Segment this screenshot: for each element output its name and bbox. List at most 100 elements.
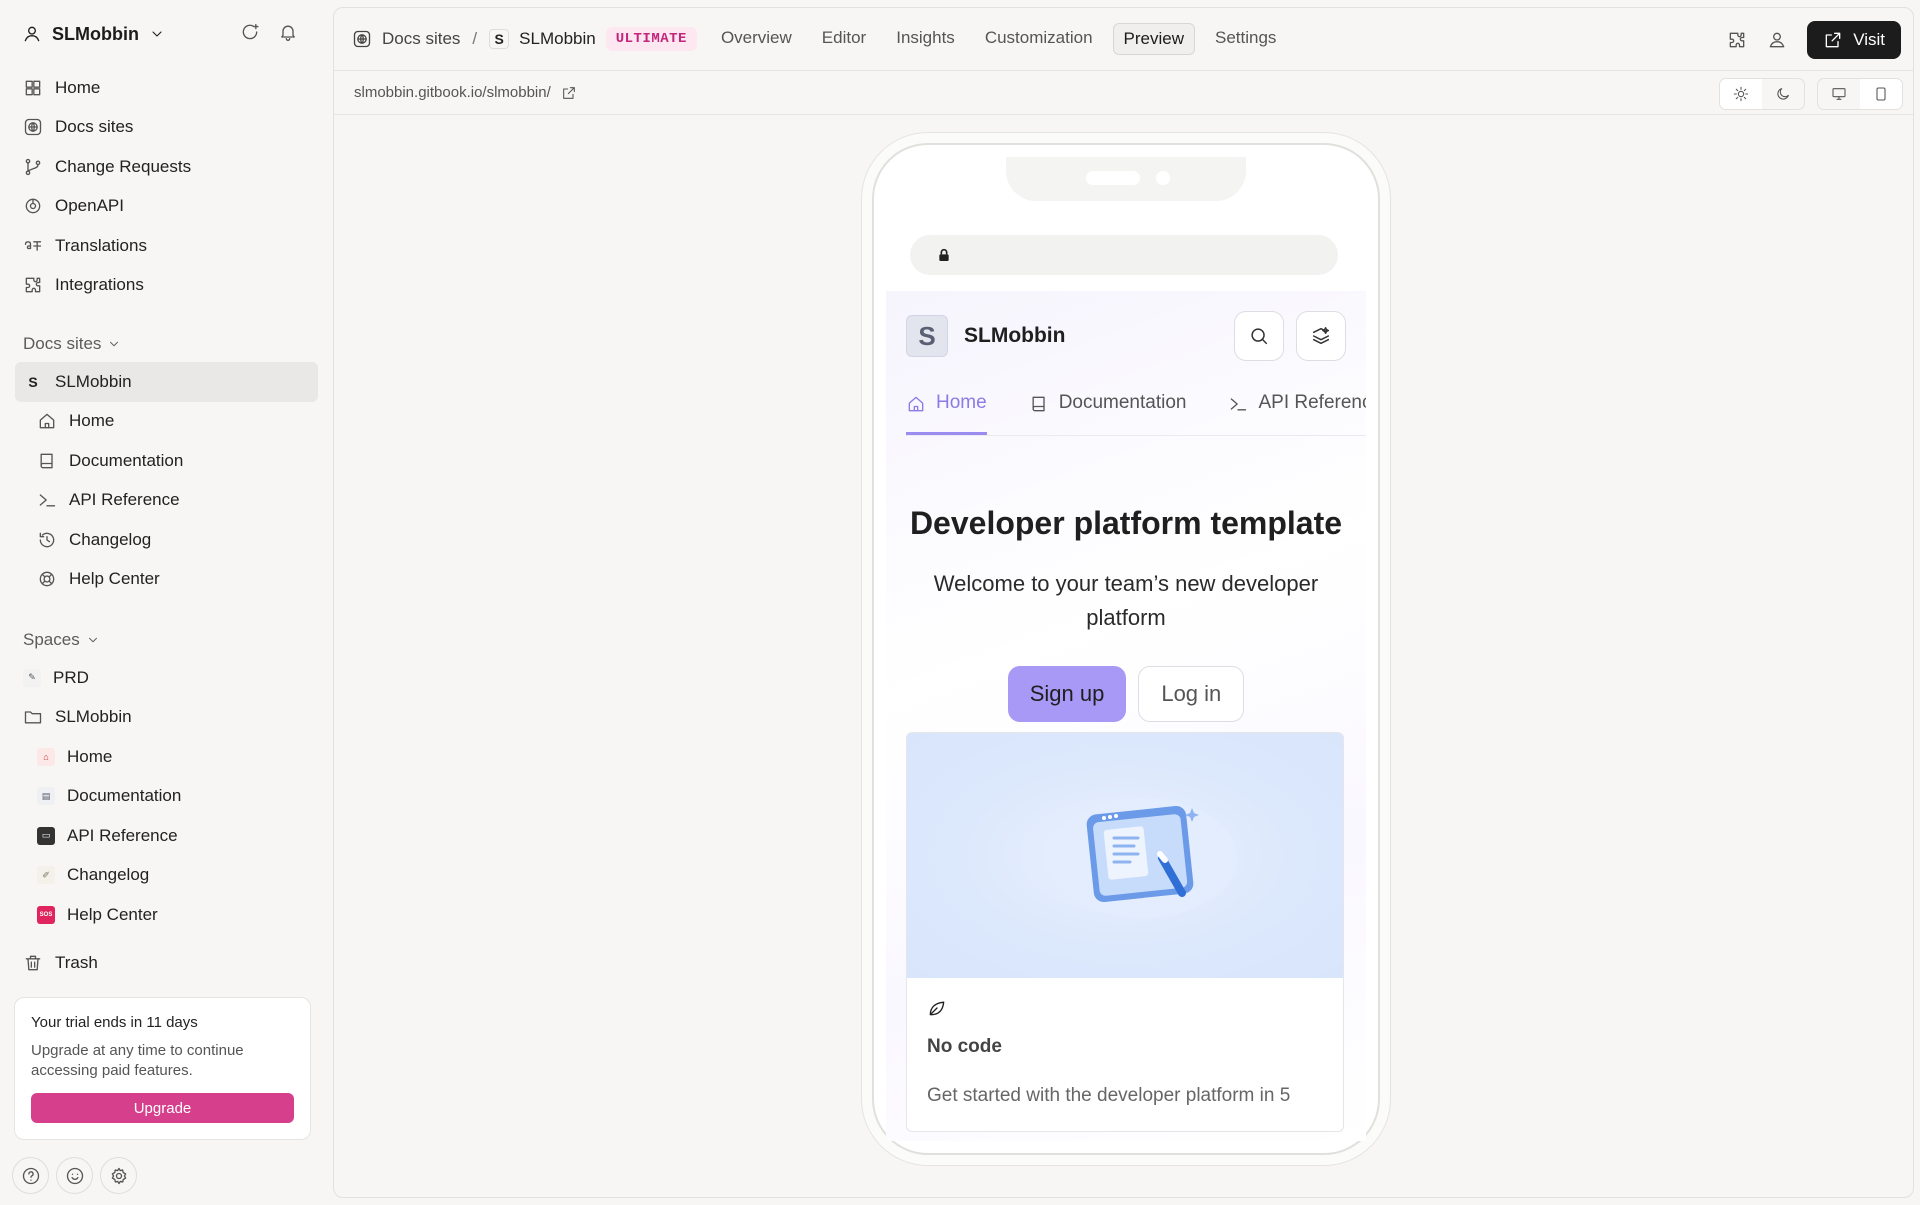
external-link-icon: [1825, 32, 1841, 48]
site-tab-api-reference[interactable]: API Reference: [1228, 386, 1366, 435]
sidebar-item-label: Changelog: [67, 865, 150, 885]
site-tab-home[interactable]: Home: [906, 386, 987, 435]
book-emoji-icon: ▤: [37, 787, 55, 806]
browser-address-bar: [910, 235, 1338, 275]
breadcrumb-docs-sites[interactable]: Docs sites: [382, 29, 460, 49]
site-tab-documentation[interactable]: Documentation: [1029, 386, 1186, 435]
chevron-down-icon: [152, 31, 162, 37]
hero-subtitle: Welcome to your team’s new developer pla…: [933, 571, 1319, 630]
sidebar-item-site-documentation[interactable]: Documentation: [15, 441, 318, 481]
globe-icon: [24, 119, 42, 136]
mobile-view-button[interactable]: [1860, 79, 1902, 109]
trash-icon: [25, 955, 41, 971]
puzzle-icon[interactable]: [1727, 30, 1747, 50]
feedback-button[interactable]: [56, 1157, 93, 1194]
site-ai-button[interactable]: [1296, 311, 1346, 361]
docs-sites-section-header[interactable]: Docs sites: [23, 332, 121, 356]
section-label: Spaces: [23, 630, 80, 649]
site-initial-icon: S: [28, 373, 38, 390]
sidebar-item-space-help-center[interactable]: SOS Help Center: [15, 895, 318, 935]
leaf-icon: [929, 1001, 945, 1016]
breadcrumb: Docs sites / S SLMobbin ULTIMATE: [352, 27, 697, 51]
site-tab-label: API Reference: [1258, 392, 1366, 413]
sidebar-item-label: Home: [69, 411, 115, 431]
sidebar-item-openapi[interactable]: OpenAPI: [15, 187, 318, 227]
computer-emoji-icon: ▭: [37, 826, 55, 845]
tab-preview[interactable]: Preview: [1112, 23, 1195, 55]
breadcrumb-separator: /: [472, 29, 478, 48]
memo-emoji-icon: ✐: [37, 866, 55, 885]
chevron-down-icon: [110, 341, 119, 347]
sidebar-item-docs-site-slmobbin[interactable]: S SLMobbin: [15, 362, 318, 402]
main-panel: Docs sites / S SLMobbin ULTIMATE Overvie…: [333, 7, 1914, 1198]
sidebar-item-integrations[interactable]: Integrations: [15, 266, 318, 306]
sidebar-item-translations[interactable]: Translations: [15, 226, 318, 266]
upgrade-button[interactable]: Upgrade: [31, 1093, 294, 1123]
section-label: Docs sites: [23, 334, 102, 353]
lock-icon: [939, 248, 949, 261]
sidebar-item-label: Translations: [55, 235, 147, 255]
bell-icon[interactable]: [278, 22, 298, 42]
sidebar-item-docs-sites[interactable]: Docs sites: [15, 108, 318, 148]
workspace-switcher[interactable]: SLMobbin: [22, 20, 165, 48]
site-name: SLMobbin: [964, 324, 1066, 347]
sidebar-item-space-documentation[interactable]: ▤ Documentation: [15, 777, 318, 817]
tab-settings[interactable]: Settings: [1205, 23, 1286, 55]
sidebar-item-space-slmobbin[interactable]: SLMobbin: [15, 698, 318, 738]
tab-editor[interactable]: Editor: [812, 23, 876, 55]
visit-button[interactable]: Visit: [1807, 21, 1901, 59]
phone-notch: [1006, 157, 1246, 201]
site-tabs: Overview Editor Insights Customization P…: [711, 23, 1287, 55]
home-icon: [908, 396, 924, 412]
settings-button[interactable]: [100, 1157, 137, 1194]
sidebar-item-label: API Reference: [69, 490, 180, 510]
phone-screen: S SLMobbin Home Documentation API Refere…: [886, 157, 1366, 1141]
gear-icon: [111, 1167, 126, 1184]
sidebar-item-label: Home: [55, 77, 101, 97]
chevron-down-icon: [88, 637, 97, 643]
login-button[interactable]: Log in: [1138, 666, 1245, 722]
external-link-icon[interactable]: [561, 85, 577, 101]
sidebar-item-change-requests[interactable]: Change Requests: [15, 147, 318, 187]
spaces-section-header[interactable]: Spaces: [23, 628, 100, 652]
sidebar-item-label: Changelog: [69, 529, 152, 549]
folder-icon: [24, 711, 42, 724]
book-icon: [1032, 396, 1045, 412]
terminal-icon: [39, 494, 56, 507]
breadcrumb-site-name[interactable]: SLMobbin: [519, 29, 596, 49]
preview-url[interactable]: slmobbin.gitbook.io/slmobbin/: [354, 84, 551, 101]
sidebar-item-site-api-reference[interactable]: API Reference: [15, 481, 318, 521]
sidebar-item-space-home[interactable]: ⌂ Home: [15, 737, 318, 777]
sidebar-item-space-prd[interactable]: ✎ PRD: [15, 658, 318, 698]
light-mode-button[interactable]: [1720, 79, 1762, 109]
sidebar-item-trash[interactable]: Trash: [15, 943, 318, 983]
sidebar-item-site-help-center[interactable]: Help Center: [15, 560, 318, 600]
help-button[interactable]: [12, 1157, 49, 1194]
sidebar-item-space-changelog[interactable]: ✐ Changelog: [15, 856, 318, 896]
theme-toggle: [1719, 78, 1805, 110]
sidebar-item-label: SLMobbin: [55, 371, 132, 391]
site-header: S SLMobbin: [906, 311, 1346, 361]
sidebar-item-label: Home: [67, 746, 113, 766]
desktop-view-button[interactable]: [1818, 79, 1860, 109]
translate-icon: [24, 240, 42, 251]
sidebar-item-label: PRD: [53, 667, 89, 687]
feature-card[interactable]: No code Get started with the developer p…: [906, 732, 1344, 1132]
tab-insights[interactable]: Insights: [886, 23, 965, 55]
sidebar-item-site-changelog[interactable]: Changelog: [15, 520, 318, 560]
tab-overview[interactable]: Overview: [711, 23, 802, 55]
share-users-icon[interactable]: [1767, 30, 1787, 50]
editor-illustration-icon: [1047, 798, 1237, 918]
new-chat-icon[interactable]: [240, 22, 260, 42]
dark-mode-button[interactable]: [1762, 79, 1804, 109]
sidebar-item-home[interactable]: Home: [15, 68, 318, 108]
site-nav-tabs: Home Documentation API Reference: [906, 386, 1366, 436]
sidebar-item-site-home[interactable]: Home: [15, 402, 318, 442]
signup-button[interactable]: Sign up: [1007, 666, 1127, 722]
site-search-button[interactable]: [1234, 311, 1284, 361]
trial-title: Your trial ends in 11 days: [31, 1014, 198, 1031]
sidebar-item-space-api-reference[interactable]: ▭ API Reference: [15, 816, 318, 856]
monitor-icon: [1832, 88, 1846, 100]
sidebar: SLMobbin Home Docs sites Change Requests…: [0, 0, 330, 1205]
tab-customization[interactable]: Customization: [975, 23, 1103, 55]
